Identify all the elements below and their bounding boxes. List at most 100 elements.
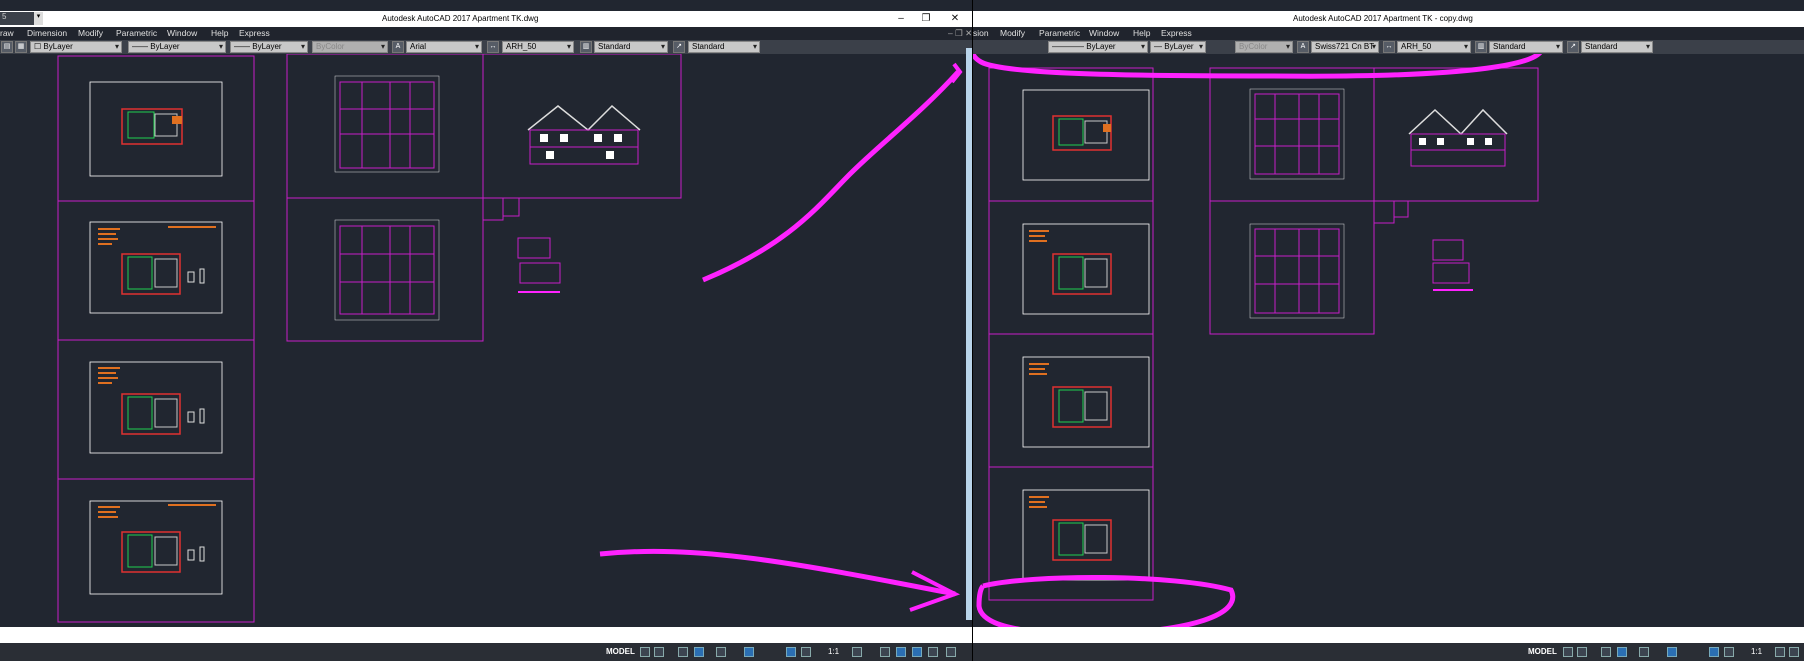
- osnap-icon[interactable]: [1639, 647, 1649, 657]
- polar-icon[interactable]: [1617, 647, 1627, 657]
- grid-icon[interactable]: [1563, 647, 1573, 657]
- chevron-down-icon[interactable]: ▾: [34, 12, 43, 25]
- autoscale-icon[interactable]: [1724, 647, 1734, 657]
- restore-icon[interactable]: ❐: [915, 11, 937, 27]
- menu-modify[interactable]: Modify: [78, 28, 103, 38]
- otrack-icon[interactable]: [744, 647, 754, 657]
- drawing-paper: [1022, 89, 1150, 181]
- menu-help[interactable]: Help: [1133, 28, 1150, 38]
- menu-express[interactable]: Express: [1161, 28, 1192, 38]
- dim-style-icon: ↔: [1383, 41, 1395, 53]
- polar-icon[interactable]: [694, 647, 704, 657]
- text-style-combo[interactable]: Arial: [406, 41, 482, 53]
- sheet-frame[interactable]: [1393, 200, 1409, 218]
- menu-modify[interactable]: Modify: [1000, 28, 1025, 38]
- hardware-accel-icon[interactable]: [912, 647, 922, 657]
- status-bar: MODEL 1:1: [0, 643, 972, 661]
- annotation-visibility-icon[interactable]: [786, 647, 796, 657]
- drawing-paper: [89, 221, 223, 314]
- snap-icon[interactable]: [1577, 647, 1587, 657]
- multileader-style-combo[interactable]: Standard: [1581, 41, 1653, 53]
- model-tab[interactable]: MODEL: [1528, 647, 1557, 656]
- drawing-layout-left: [57, 53, 963, 623]
- isolate-icon[interactable]: [896, 647, 906, 657]
- window-title: Autodesk AutoCAD 2017 Apartment TK.dwg: [382, 14, 539, 23]
- model-space-canvas[interactable]: [0, 53, 972, 627]
- ortho-icon[interactable]: [678, 647, 688, 657]
- osnap-icon[interactable]: [716, 647, 726, 657]
- dim-style-icon: ↔: [487, 41, 499, 53]
- menu-window[interactable]: Window: [167, 28, 197, 38]
- status-bar: MODEL 1:1: [973, 643, 1804, 661]
- annotation-scale[interactable]: 1:1: [828, 647, 839, 656]
- close-icon[interactable]: ✕: [944, 11, 966, 27]
- gear-icon[interactable]: [852, 647, 862, 657]
- menu-parametric[interactable]: Parametric: [1039, 28, 1080, 38]
- text-style-icon: A: [392, 41, 404, 53]
- sheet-frame[interactable]: [1209, 67, 1375, 202]
- sheet-frame[interactable]: [286, 197, 484, 342]
- color-swatch-icon[interactable]: ▦: [15, 41, 27, 53]
- annotation-arrow: [599, 548, 956, 597]
- multileader-style-icon: ↗: [673, 41, 685, 53]
- sheet-frame[interactable]: [1209, 200, 1375, 335]
- snap-icon[interactable]: [654, 647, 664, 657]
- mdi-controls-icon[interactable]: – ❐ ✕: [948, 28, 972, 39]
- workspace-combo[interactable]: 5 ▾: [0, 12, 43, 25]
- lineweight-combo[interactable]: —— ByLayer: [230, 41, 308, 53]
- properties-toolbar: ———— ByLayer — ByLayer ByColor A Swiss72…: [973, 40, 1804, 54]
- dim-style-combo[interactable]: ARH_50: [502, 41, 574, 53]
- layer-icon[interactable]: ▤: [1, 41, 13, 53]
- ortho-icon[interactable]: [1601, 647, 1611, 657]
- model-space-canvas[interactable]: [973, 26, 1804, 637]
- detail-block-thumbnail: [1432, 239, 1473, 291]
- autocad-window-left: Autodesk AutoCAD 2017 Apartment TK.dwg –…: [0, 0, 972, 661]
- menu-icon[interactable]: [946, 647, 956, 657]
- menu-icon[interactable]: [1789, 647, 1799, 657]
- structural-plan-thumbnail: [1249, 223, 1345, 319]
- annotation-visibility-icon[interactable]: [1709, 647, 1719, 657]
- table-style-icon: ▥: [580, 41, 592, 53]
- command-line[interactable]: [973, 627, 1804, 643]
- title-bar[interactable]: Autodesk AutoCAD 2017 Apartment TK - cop…: [973, 11, 1804, 27]
- clean-screen-icon[interactable]: [928, 647, 938, 657]
- sheet-frame[interactable]: [286, 53, 484, 199]
- lineweight-combo[interactable]: — ByLayer: [1150, 41, 1206, 53]
- linetype-combo[interactable]: —— ByLayer: [128, 41, 226, 53]
- title-bar[interactable]: Autodesk AutoCAD 2017 Apartment TK.dwg –…: [0, 11, 972, 27]
- sheet-frame[interactable]: [482, 197, 504, 221]
- menu-express[interactable]: Express: [239, 28, 270, 38]
- structural-plan-thumbnail: [334, 219, 440, 321]
- multileader-style-combo[interactable]: Standard: [688, 41, 760, 53]
- otrack-icon[interactable]: [1667, 647, 1677, 657]
- structural-plan-thumbnail: [1249, 88, 1345, 180]
- sheet-frame[interactable]: [502, 197, 520, 217]
- drawing-paper: [1022, 223, 1150, 315]
- drawing-paper: [89, 361, 223, 454]
- model-tab[interactable]: MODEL: [606, 647, 635, 656]
- menu-draw[interactable]: raw: [0, 28, 14, 38]
- command-line[interactable]: [0, 627, 972, 643]
- linetype-combo[interactable]: ———— ByLayer: [1048, 41, 1148, 53]
- table-style-combo[interactable]: Standard: [1489, 41, 1563, 53]
- grid-icon[interactable]: [640, 647, 650, 657]
- dim-style-combo[interactable]: ARH_50: [1397, 41, 1471, 53]
- gear-icon[interactable]: [1775, 647, 1785, 657]
- layer-combo[interactable]: ☐ ByLayer: [30, 41, 122, 53]
- annotation-scale[interactable]: 1:1: [1751, 647, 1762, 656]
- window-splitter[interactable]: [966, 48, 972, 620]
- table-style-combo[interactable]: Standard: [594, 41, 668, 53]
- plus-icon[interactable]: [880, 647, 890, 657]
- annotation-arrow: [702, 70, 960, 283]
- sheet-frame[interactable]: [1373, 200, 1395, 224]
- menu-window[interactable]: Window: [1089, 28, 1119, 38]
- menu-parametric[interactable]: Parametric: [116, 28, 157, 38]
- menu-help[interactable]: Help: [211, 28, 228, 38]
- menu-dimension[interactable]: Dimension: [27, 28, 67, 38]
- section-drawing-thumbnail: [527, 104, 641, 165]
- menu-bar: raw Dimension Modify Parametric Window H…: [0, 27, 972, 40]
- text-style-combo[interactable]: Swiss721 Cn BT: [1311, 41, 1379, 53]
- menu-dimension[interactable]: sion: [973, 28, 989, 38]
- minimize-icon[interactable]: –: [890, 11, 912, 27]
- autoscale-icon[interactable]: [801, 647, 811, 657]
